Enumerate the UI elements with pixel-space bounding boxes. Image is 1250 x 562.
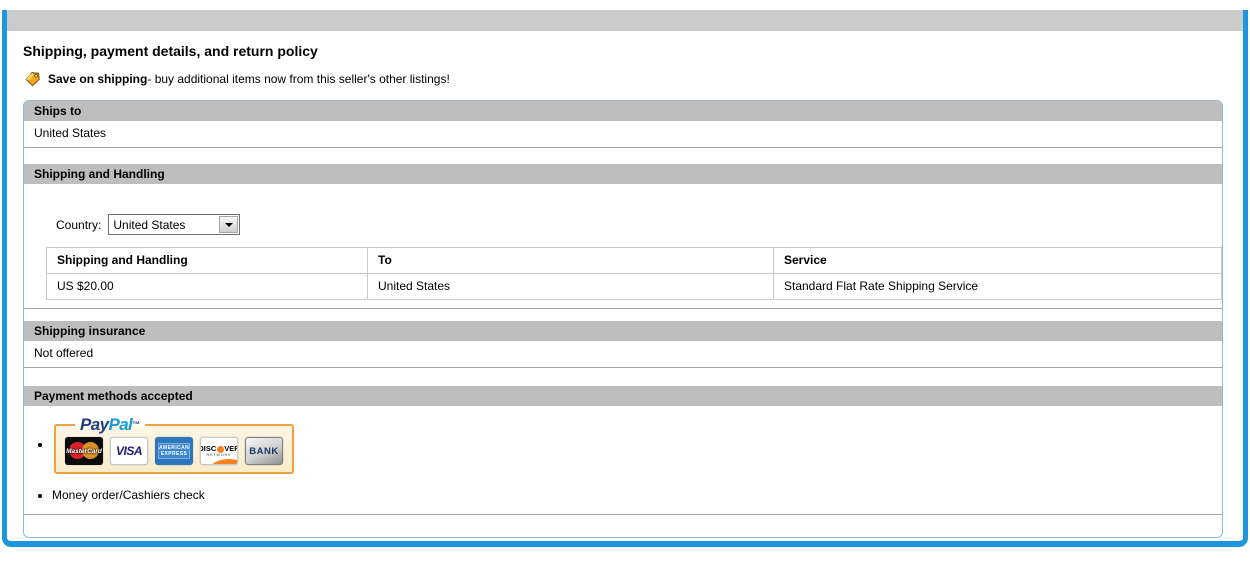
- table-header-cell: Service: [774, 248, 1222, 274]
- main-content: Shipping, payment details, and return po…: [7, 43, 1243, 538]
- table-header-cell: Shipping and Handling: [47, 248, 368, 274]
- section-header-shipping-handling: Shipping and Handling: [24, 164, 1222, 184]
- list-item-money-order: Money order/Cashiers check: [52, 488, 1222, 502]
- table-cell-service: Standard Flat Rate Shipping Service: [774, 274, 1222, 300]
- shipping-handling-body: Country: United States Shipping and Hand…: [24, 184, 1222, 308]
- shipping-insurance-value: Not offered: [24, 341, 1222, 367]
- country-select-value: United States: [109, 215, 218, 234]
- payment-methods-list: PayPal™ MasterCard VISA AMERIC: [24, 416, 1222, 502]
- page-title: Shipping, payment details, and return po…: [23, 43, 1223, 59]
- paypal-logo: PayPal™: [75, 416, 145, 433]
- mastercard-logo-icon: MasterCard: [65, 437, 103, 465]
- table-header-cell: To: [368, 248, 774, 274]
- card-logos-row: MasterCard VISA AMERICAN EXPRESS DISCOVE…: [65, 437, 283, 465]
- country-label: Country:: [56, 218, 101, 232]
- price-tags-icon: [23, 71, 41, 87]
- promo-bold-text: Save on shipping: [48, 72, 147, 86]
- table-cell-destination: United States: [368, 274, 774, 300]
- top-gray-bar: [7, 10, 1243, 31]
- discover-swoosh: [209, 459, 238, 465]
- section-header-ships-to: Ships to: [24, 101, 1222, 121]
- country-row: Country: United States: [46, 214, 1222, 235]
- save-on-shipping-promo: Save on shipping - buy additional items …: [23, 71, 1223, 87]
- dropdown-arrow-button: [219, 216, 238, 233]
- american-express-logo-icon: AMERICAN EXPRESS: [155, 437, 193, 465]
- page-frame: Shipping, payment details, and return po…: [2, 10, 1248, 547]
- visa-logo-icon: VISA: [110, 437, 148, 465]
- promo-rest-text: - buy additional items now from this sel…: [147, 72, 449, 86]
- section-header-shipping-insurance: Shipping insurance: [24, 321, 1222, 341]
- shipping-details-box: Ships to United States Shipping and Hand…: [23, 100, 1223, 538]
- paypal-badge: PayPal™ MasterCard VISA AMERIC: [54, 416, 294, 474]
- bank-logo-icon: BANK: [245, 437, 283, 465]
- ships-to-value: United States: [24, 121, 1222, 147]
- table-header-row: Shipping and Handling To Service: [47, 248, 1222, 274]
- section-header-payment-methods: Payment methods accepted: [24, 386, 1222, 406]
- discover-logo-icon: DISCOVER NETWORK: [200, 437, 238, 465]
- table-cell-cost: US $20.00: [47, 274, 368, 300]
- country-select[interactable]: United States: [108, 214, 240, 235]
- table-row: US $20.00 United States Standard Flat Ra…: [47, 274, 1222, 300]
- shipping-rates-table: Shipping and Handling To Service US $20.…: [46, 247, 1222, 300]
- chevron-down-icon: [225, 223, 233, 227]
- list-item-paypal: PayPal™ MasterCard VISA AMERIC: [52, 416, 1222, 474]
